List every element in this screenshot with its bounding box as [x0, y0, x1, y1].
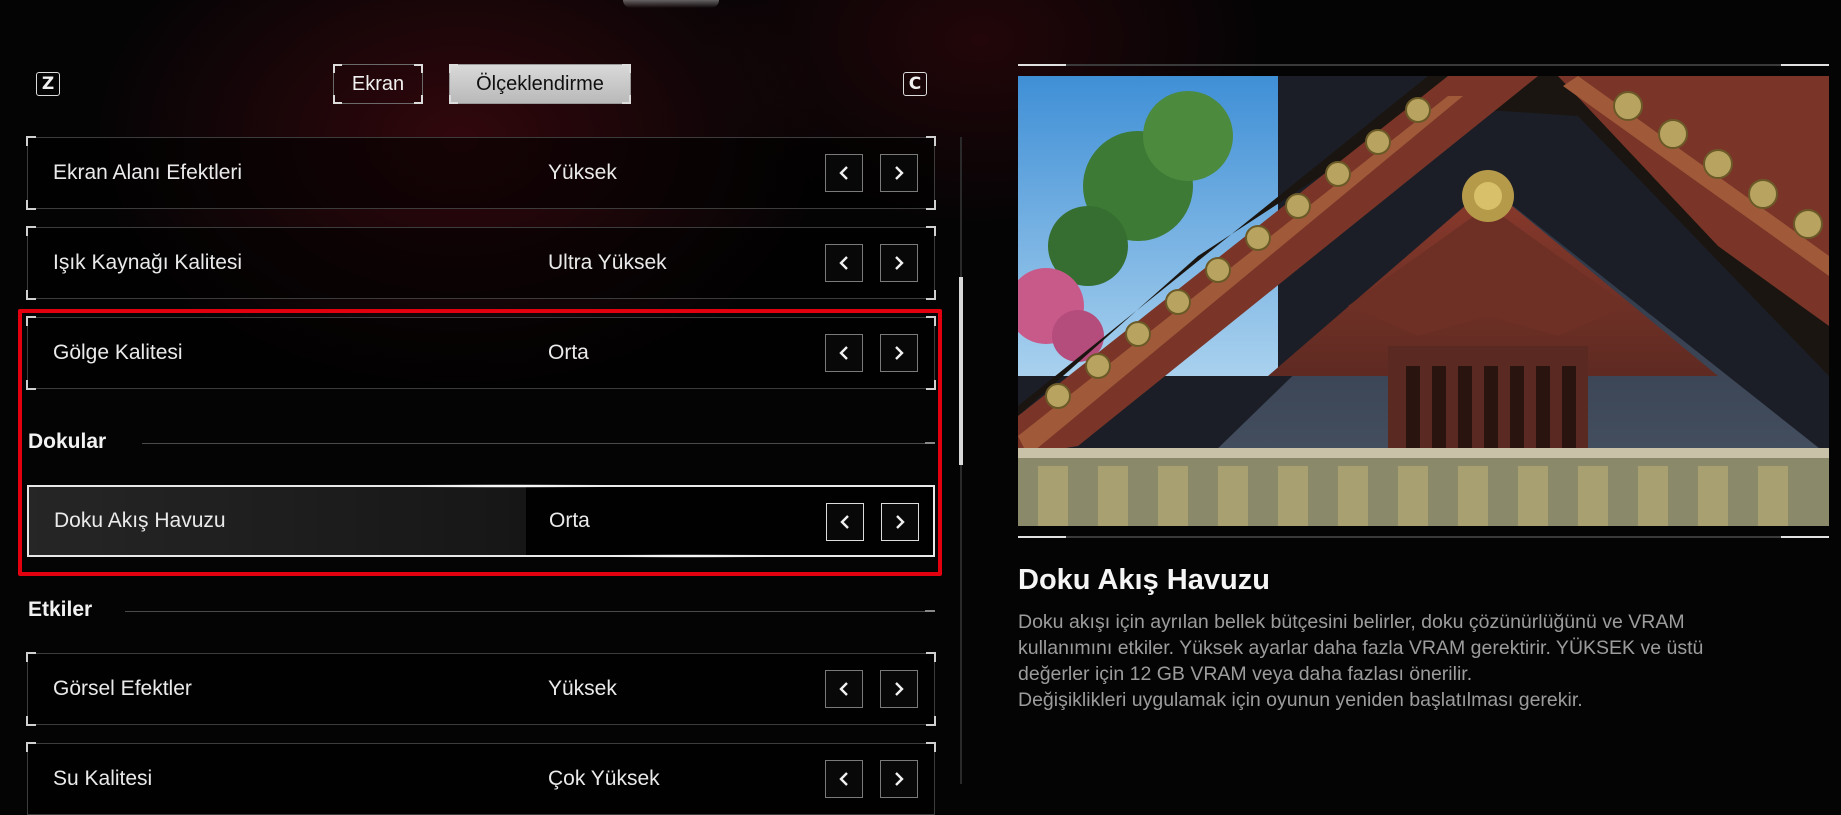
preview-image: [1018, 76, 1829, 526]
preview-frame-corner: [1018, 64, 1066, 66]
preview-frame-top: [1018, 64, 1829, 66]
preview-frame-corner: [1781, 64, 1829, 66]
prev-button[interactable]: [825, 670, 863, 708]
setting-row-screen-space-effects[interactable]: Ekran Alanı Efektleri Yüksek: [26, 136, 936, 210]
setting-label: Görsel Efektler: [53, 677, 192, 700]
section-heading-effects: Etkiler: [28, 598, 93, 621]
top-notch: [623, 0, 719, 8]
setting-label: Su Kalitesi: [53, 767, 153, 790]
description-title: Doku Akış Havuzu: [1018, 564, 1270, 596]
setting-value: Yüksek: [548, 677, 617, 700]
preview-frame-corner: [1018, 536, 1066, 538]
key-hint-next-tab[interactable]: C: [903, 72, 927, 96]
chevron-right-icon: [895, 256, 904, 270]
section-divider-cap: [925, 610, 935, 612]
prev-button[interactable]: [825, 760, 863, 798]
setting-label: Işık Kaynağı Kalitesi: [53, 251, 243, 274]
section-divider: [125, 611, 925, 612]
chevron-left-icon: [839, 682, 848, 696]
setting-value: Çok Yüksek: [548, 767, 660, 790]
description-body: Doku akışı için ayrılan bellek bütçesini…: [1018, 609, 1818, 713]
chevron-right-icon: [895, 682, 904, 696]
chevron-left-icon: [839, 256, 848, 270]
chevron-left-icon: [839, 166, 848, 180]
description-line: Değişiklikleri uygulamak için oyunun yen…: [1018, 689, 1583, 711]
setting-label: Ekran Alanı Efektleri: [53, 161, 243, 184]
description-line: değerler için 12 GB VRAM veya daha fazla…: [1018, 663, 1473, 685]
scrollbar-thumb[interactable]: [959, 277, 963, 465]
tab-ekran-label: Ekran: [351, 72, 405, 95]
tab-olceklendirme-label: Ölçeklendirme: [476, 72, 604, 95]
setting-row-light-source-quality[interactable]: Işık Kaynağı Kalitesi Ultra Yüksek: [26, 226, 936, 300]
highlight-box: [18, 309, 942, 576]
next-button[interactable]: [880, 244, 918, 282]
prev-button[interactable]: [825, 244, 863, 282]
temple-roof-illustration: [1018, 76, 1829, 526]
next-button[interactable]: [880, 154, 918, 192]
setting-value: Yüksek: [548, 161, 617, 184]
chevron-right-icon: [895, 772, 904, 786]
preview-frame-bottom: [1018, 536, 1829, 538]
next-button[interactable]: [880, 670, 918, 708]
chevron-left-icon: [839, 772, 848, 786]
next-button[interactable]: [880, 760, 918, 798]
description-line: Doku akışı için ayrılan bellek bütçesini…: [1018, 611, 1685, 633]
description-line: kullanımını etkiler. Yüksek ayarlar daha…: [1018, 637, 1704, 659]
key-hint-prev-tab[interactable]: Z: [36, 72, 60, 96]
preview-frame-corner: [1781, 536, 1829, 538]
tab-ekran[interactable]: Ekran: [333, 64, 423, 104]
prev-button[interactable]: [825, 154, 863, 192]
setting-value: Ultra Yüksek: [548, 251, 667, 274]
setting-row-visual-effects[interactable]: Görsel Efektler Yüksek: [26, 652, 936, 726]
tab-olceklendirme[interactable]: Ölçeklendirme: [449, 64, 631, 104]
chevron-right-icon: [895, 166, 904, 180]
setting-row-water-quality[interactable]: Su Kalitesi Çok Yüksek: [26, 742, 936, 815]
